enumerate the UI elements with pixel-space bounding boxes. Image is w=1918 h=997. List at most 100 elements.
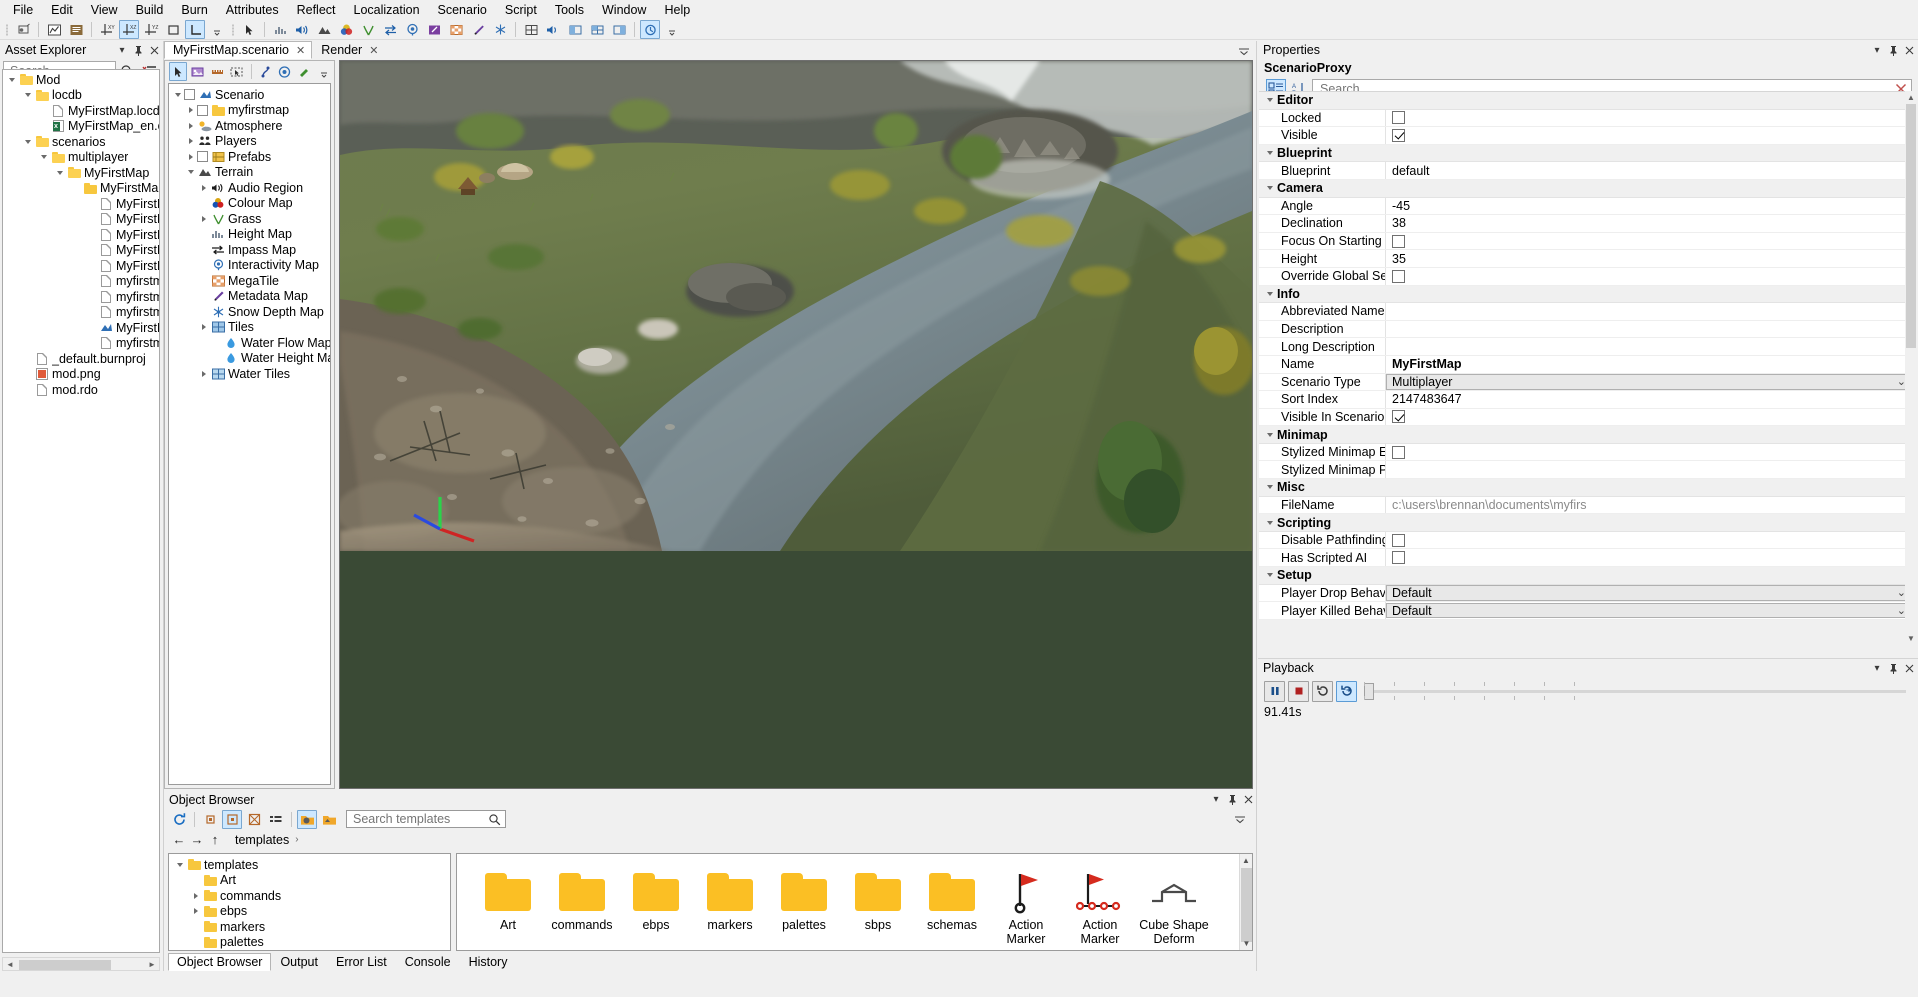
scroll-thumb[interactable] xyxy=(1241,868,1252,942)
property-group-header[interactable]: Blueprint xyxy=(1259,145,1915,163)
scene-tree-item[interactable]: MegaTile xyxy=(169,273,330,289)
select-cursor-icon[interactable] xyxy=(239,20,259,39)
expander-open-icon[interactable] xyxy=(1263,292,1277,296)
show-mod-templates-icon[interactable] xyxy=(319,810,339,829)
scene-tree-item[interactable]: Prefabs xyxy=(169,149,330,165)
property-checkbox[interactable] xyxy=(1392,129,1405,142)
menu-item-build[interactable]: Build xyxy=(127,0,173,20)
expander-closed-icon[interactable] xyxy=(197,212,210,226)
asset-tree-item[interactable]: MyFirstMap.scer xyxy=(3,258,159,274)
expander-open-icon[interactable] xyxy=(1263,186,1277,190)
square-icon[interactable] xyxy=(163,20,183,39)
asset-tree[interactable]: ModlocdbMyFirstMap.locdbMyFirstMap_en.cs… xyxy=(2,69,160,953)
asset-tree-item[interactable]: MyFirstMap xyxy=(3,181,159,197)
menu-item-script[interactable]: Script xyxy=(496,0,546,20)
template-tree-item[interactable]: sbps xyxy=(169,950,450,951)
template-grid-item[interactable]: schemas xyxy=(915,862,989,951)
close-icon[interactable] xyxy=(147,42,161,58)
scene-select-tool-icon[interactable] xyxy=(169,62,187,81)
property-row[interactable]: Angle-45 xyxy=(1259,198,1915,216)
scroll-thumb[interactable] xyxy=(19,960,111,970)
bottom-tab[interactable]: History xyxy=(460,953,517,971)
view-medium-icons-icon[interactable] xyxy=(222,810,242,829)
property-group-header[interactable]: Minimap xyxy=(1259,426,1915,444)
property-row[interactable]: Blueprintdefault xyxy=(1259,162,1915,180)
scene-measure-tool-icon[interactable] xyxy=(208,62,226,81)
asset-tree-item[interactable]: locdb xyxy=(3,88,159,104)
new-scenario-icon[interactable] xyxy=(13,20,33,39)
expander-closed-icon[interactable] xyxy=(197,181,210,195)
scene-marquee-tool-icon[interactable] xyxy=(228,62,246,81)
property-value[interactable]: 38 xyxy=(1385,215,1915,232)
refresh-icon[interactable] xyxy=(169,810,189,829)
property-row[interactable]: Visible xyxy=(1259,127,1915,145)
stop-button[interactable] xyxy=(1288,681,1309,702)
render-viewport[interactable] xyxy=(339,60,1253,789)
expander-open-icon[interactable] xyxy=(1263,573,1277,577)
object-browser-toolbar-overflow-icon[interactable] xyxy=(1233,811,1247,827)
view-details-icon[interactable] xyxy=(266,810,286,829)
properties-scroll-down-arrow[interactable]: ▼ xyxy=(1905,632,1917,644)
nav-back-icon[interactable]: ← xyxy=(170,832,188,847)
edit-map-icon[interactable] xyxy=(424,20,444,39)
template-search-box[interactable] xyxy=(346,810,506,828)
menu-item-view[interactable]: View xyxy=(82,0,127,20)
impass-map-icon[interactable] xyxy=(380,20,400,39)
properties-grid[interactable]: EditorLockedVisibleBlueprintBlueprintdef… xyxy=(1259,91,1915,644)
scene-tree-item[interactable]: Colour Map xyxy=(169,196,330,212)
scene-tree-item[interactable]: myfirstmap xyxy=(169,103,330,119)
property-row[interactable]: Height35 xyxy=(1259,250,1915,268)
expander-open-icon[interactable] xyxy=(173,858,186,872)
property-row[interactable]: Stylized Minimap Enab... xyxy=(1259,444,1915,462)
snow-depth-icon[interactable] xyxy=(490,20,510,39)
scroll-up-arrow[interactable]: ▲ xyxy=(1240,854,1252,867)
asset-tree-item[interactable]: MyFirstMap.scer xyxy=(3,243,159,259)
layout-icon[interactable] xyxy=(609,20,629,39)
breadcrumb[interactable]: templates › xyxy=(228,831,1251,848)
properties-pin-icon[interactable] xyxy=(1886,42,1900,58)
asset-explorer-hscrollbar[interactable]: ◄ ► xyxy=(2,957,160,971)
scene-tree[interactable]: ScenariomyfirstmapAtmospherePlayersPrefa… xyxy=(168,83,331,785)
scroll-left-arrow[interactable]: ◄ xyxy=(3,957,17,971)
scene-tree-item[interactable]: Water Height Map xyxy=(169,351,330,367)
scene-texture-tool-icon[interactable] xyxy=(189,62,207,81)
asset-tree-item[interactable]: myfirstmap_aud xyxy=(3,274,159,290)
property-checkbox[interactable] xyxy=(1392,446,1405,459)
view-small-icons-icon[interactable] xyxy=(200,810,220,829)
expander-open-icon[interactable] xyxy=(184,165,197,179)
toolbar-grip-2[interactable] xyxy=(230,22,236,38)
property-value[interactable] xyxy=(1385,321,1915,338)
scene-tree-item[interactable]: Snow Depth Map xyxy=(169,304,330,320)
property-checkbox[interactable] xyxy=(1392,534,1405,547)
object-browser-menu-icon[interactable]: ▾ xyxy=(1209,792,1223,808)
expander-closed-icon[interactable] xyxy=(189,889,202,903)
property-value[interactable]: 35 xyxy=(1385,250,1915,267)
scene-tree-item[interactable]: Height Map xyxy=(169,227,330,243)
view-large-icons-icon[interactable] xyxy=(244,810,264,829)
property-value[interactable]: c:\users\brennan\documents\myfirs xyxy=(1385,497,1915,514)
show-all-templates-icon[interactable] xyxy=(297,810,317,829)
expander-open-icon[interactable] xyxy=(171,88,184,102)
expander-open-icon[interactable] xyxy=(1263,151,1277,155)
menu-item-edit[interactable]: Edit xyxy=(42,0,82,20)
property-row[interactable]: Player Killed BehaviorDefault⌄ xyxy=(1259,602,1915,620)
property-row[interactable]: Declination38 xyxy=(1259,215,1915,233)
scene-tree-item[interactable]: Audio Region xyxy=(169,180,330,196)
template-tree-item[interactable]: templates xyxy=(169,857,450,873)
list-icon[interactable] xyxy=(66,20,86,39)
expander-closed-icon[interactable] xyxy=(184,103,197,117)
timeline-thumb[interactable] xyxy=(1364,683,1374,700)
pause-button[interactable] xyxy=(1264,681,1285,702)
property-group-header[interactable]: Info xyxy=(1259,286,1915,304)
bottom-tab[interactable]: Console xyxy=(396,953,460,971)
panel-menu-icon[interactable]: ▾ xyxy=(115,42,129,58)
terrain-icon[interactable] xyxy=(314,20,334,39)
property-row[interactable]: Scenario TypeMultiplayer⌄ xyxy=(1259,374,1915,392)
expander-closed-icon[interactable] xyxy=(197,320,210,334)
expander-open-icon[interactable] xyxy=(1263,521,1277,525)
property-value[interactable]: -45 xyxy=(1385,198,1915,215)
megatile-icon[interactable] xyxy=(446,20,466,39)
property-dropdown[interactable]: Default⌄ xyxy=(1386,603,1912,619)
property-value[interactable] xyxy=(1385,338,1915,355)
property-row[interactable]: Player Drop BehaviorDefault⌄ xyxy=(1259,585,1915,603)
